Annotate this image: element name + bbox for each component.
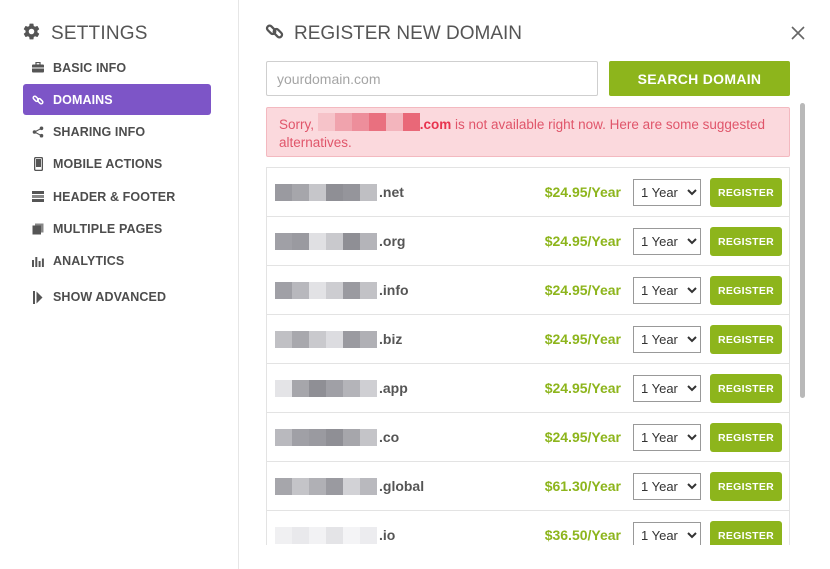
- domain-tld: .global: [379, 478, 425, 494]
- domain-search-input[interactable]: [266, 61, 598, 96]
- domain-price: $24.95/Year: [544, 233, 621, 249]
- header-footer-icon: [31, 190, 45, 204]
- sidebar-item-label: ANALYTICS: [53, 254, 125, 269]
- table-row: .info $24.95/Year 1 Year REGISTER: [267, 266, 789, 315]
- expand-icon: [31, 290, 45, 304]
- table-row: .biz $24.95/Year 1 Year REGISTER: [267, 315, 789, 364]
- table-row: .app $24.95/Year 1 Year REGISTER: [267, 364, 789, 413]
- redacted-domain: [275, 281, 377, 299]
- domain-price: $61.30/Year: [544, 478, 621, 494]
- domain-name: .net: [275, 168, 404, 216]
- sidebar-item-label: HEADER & FOOTER: [53, 189, 176, 204]
- domain-name: .global: [275, 462, 424, 510]
- term-select[interactable]: 1 Year: [633, 277, 701, 304]
- register-button[interactable]: REGISTER: [710, 472, 782, 501]
- sidebar-item-label: BASIC INFO: [53, 60, 127, 75]
- register-button[interactable]: REGISTER: [710, 227, 782, 256]
- domain-name: .co: [275, 413, 399, 461]
- redacted-domain: [275, 183, 377, 201]
- term-select[interactable]: 1 Year: [633, 228, 701, 255]
- link-icon: [265, 22, 284, 46]
- pages-icon: [31, 222, 45, 236]
- domain-tld: .app: [379, 380, 408, 396]
- alert-prefix: Sorry,: [279, 117, 318, 133]
- domain-tld: .biz: [379, 331, 403, 347]
- bar-chart-icon: [31, 254, 45, 268]
- settings-title: SETTINGS: [22, 22, 148, 46]
- redacted-domain: [275, 232, 377, 250]
- settings-sidebar: SETTINGS BASIC INFO DOMAINS SHARING INFO…: [0, 0, 239, 569]
- panel-header: REGISTER NEW DOMAIN: [265, 22, 522, 46]
- register-button[interactable]: REGISTER: [710, 423, 782, 452]
- link-icon: [31, 93, 45, 107]
- domain-name: .io: [275, 511, 395, 545]
- term-select[interactable]: 1 Year: [633, 326, 701, 353]
- scrollbar-thumb[interactable]: [800, 103, 805, 398]
- term-select[interactable]: 1 Year: [633, 473, 701, 500]
- domain-name: .org: [275, 217, 405, 265]
- domain-tld: .co: [379, 429, 400, 445]
- domain-price: $24.95/Year: [544, 184, 621, 200]
- briefcase-icon: [31, 61, 45, 75]
- sidebar-item-label: DOMAINS: [53, 92, 113, 107]
- unavailable-alert: Sorry, .com is not available right now. …: [266, 107, 790, 157]
- sidebar-item-label: SHARING INFO: [53, 125, 146, 140]
- domain-tld: .net: [379, 184, 404, 200]
- term-select[interactable]: 1 Year: [633, 179, 701, 206]
- domain-tld: .info: [379, 282, 409, 298]
- search-domain-button[interactable]: SEARCH DOMAIN: [609, 61, 790, 96]
- sidebar-item-label: SHOW ADVANCED: [53, 290, 167, 305]
- sidebar-item-domains[interactable]: DOMAINS: [23, 84, 211, 116]
- table-row: .io $36.50/Year 1 Year REGISTER: [267, 511, 789, 545]
- table-row: .org $24.95/Year 1 Year REGISTER: [267, 217, 789, 266]
- domain-name: .info: [275, 266, 409, 314]
- domain-price: $24.95/Year: [544, 331, 621, 347]
- register-domain-panel: REGISTER NEW DOMAIN SEARCH DOMAIN Sorry,…: [239, 0, 830, 569]
- redacted-domain: [275, 477, 377, 495]
- domain-price: $24.95/Year: [544, 282, 621, 298]
- close-icon[interactable]: [789, 24, 807, 42]
- register-button[interactable]: REGISTER: [710, 521, 782, 545]
- sidebar-item-header-footer[interactable]: HEADER & FOOTER: [23, 181, 211, 212]
- table-row: .co $24.95/Year 1 Year REGISTER: [267, 413, 789, 462]
- domain-price: $36.50/Year: [544, 527, 621, 543]
- settings-title-label: SETTINGS: [51, 23, 148, 44]
- sidebar-item-sharing-info[interactable]: SHARING INFO: [23, 117, 211, 148]
- domain-price: $24.95/Year: [544, 380, 621, 396]
- domain-name: .biz: [275, 315, 402, 363]
- term-select[interactable]: 1 Year: [633, 522, 701, 545]
- domain-name: .app: [275, 364, 408, 412]
- sidebar-item-show-advanced[interactable]: SHOW ADVANCED: [23, 282, 211, 313]
- table-row: .global $61.30/Year 1 Year REGISTER: [267, 462, 789, 511]
- table-row: .net $24.95/Year 1 Year REGISTER: [267, 168, 789, 217]
- redacted-domain: [275, 428, 377, 446]
- settings-nav: BASIC INFO DOMAINS SHARING INFO MOBILE A…: [23, 52, 211, 314]
- sidebar-item-mobile-actions[interactable]: MOBILE ACTIONS: [23, 149, 211, 180]
- domain-tld: .io: [379, 527, 396, 543]
- register-button[interactable]: REGISTER: [710, 374, 782, 403]
- redacted-domain: [317, 113, 420, 135]
- sidebar-item-multiple-pages[interactable]: MULTIPLE PAGES: [23, 213, 211, 244]
- register-button[interactable]: REGISTER: [710, 325, 782, 354]
- redacted-domain: [275, 526, 377, 544]
- sidebar-item-label: MOBILE ACTIONS: [53, 157, 163, 172]
- register-button[interactable]: REGISTER: [710, 178, 782, 207]
- gear-icon: [22, 22, 41, 46]
- page-title: REGISTER NEW DOMAIN: [294, 23, 523, 44]
- term-select[interactable]: 1 Year: [633, 375, 701, 402]
- term-select[interactable]: 1 Year: [633, 424, 701, 451]
- domain-tld: .org: [379, 233, 406, 249]
- register-button[interactable]: REGISTER: [710, 276, 782, 305]
- domain-price: $24.95/Year: [544, 429, 621, 445]
- redacted-domain: [275, 330, 377, 348]
- domain-results-list: .net $24.95/Year 1 Year REGISTER .org $2…: [266, 167, 790, 545]
- sidebar-item-basic-info[interactable]: BASIC INFO: [23, 52, 211, 83]
- alert-domain-tld: .com: [419, 117, 452, 133]
- sidebar-item-analytics[interactable]: ANALYTICS: [23, 246, 211, 277]
- mobile-icon: [31, 157, 45, 172]
- share-icon: [31, 125, 45, 139]
- sidebar-item-label: MULTIPLE PAGES: [53, 221, 163, 236]
- redacted-domain: [275, 379, 377, 397]
